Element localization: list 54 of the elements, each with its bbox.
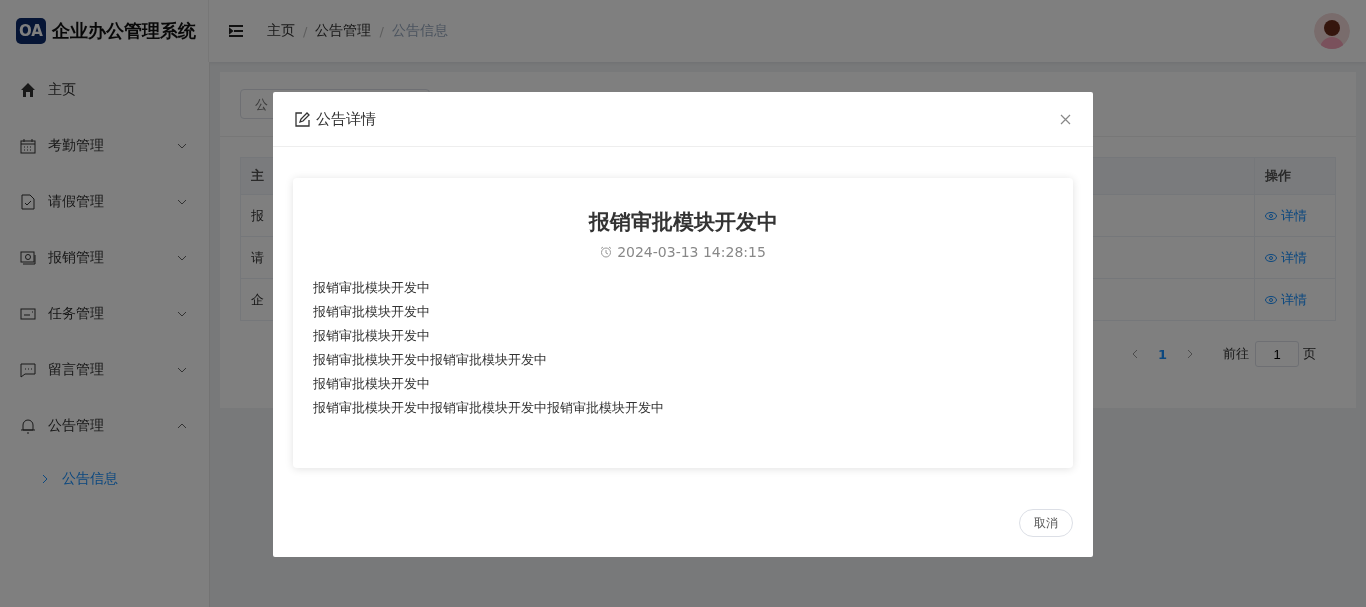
page-input[interactable]: 1 — [1255, 341, 1299, 367]
edit-icon — [295, 111, 310, 127]
sidebar-item[interactable]: 留言管理 — [0, 342, 209, 398]
notice-text: 报销审批模块开发中 — [313, 303, 431, 321]
column-header: 操作 — [1254, 158, 1335, 194]
details-link[interactable]: 详情 — [1265, 206, 1307, 225]
avatar[interactable] — [1314, 13, 1350, 49]
table-cell: 企 — [251, 291, 264, 307]
notice-time: 2024-03-13 14:28:15 — [617, 244, 766, 260]
notice-text: 报销审批模块开发中报销审批模块开发中 — [313, 351, 548, 369]
table-cell: 报 — [251, 207, 264, 223]
table-cell: 请 — [251, 249, 264, 265]
card-icon — [20, 306, 36, 322]
sidebar-subitem[interactable]: 公告信息 — [0, 454, 209, 504]
cancel-button[interactable]: 取消 — [1019, 509, 1073, 537]
breadcrumb-separator: / — [303, 23, 308, 39]
eye-icon — [1265, 295, 1277, 304]
photo-card-icon — [20, 250, 36, 266]
notice-text: 报销审批模块开发中 — [313, 327, 431, 345]
column-header: 主 — [251, 168, 264, 183]
page-suffix: 页 — [1303, 345, 1316, 363]
sidebar-item[interactable]: 考勤管理 — [0, 118, 209, 174]
app-title: 企业办公管理系统 — [51, 19, 196, 43]
home-icon — [20, 82, 36, 98]
document-icon — [20, 194, 36, 210]
sidebar-item[interactable]: 任务管理 — [0, 286, 209, 342]
sidebar-item[interactable]: 公告管理 — [0, 398, 209, 454]
breadcrumb-item[interactable]: 公告管理 — [315, 22, 372, 40]
eye-icon — [1265, 253, 1277, 262]
goto-label: 前往 — [1223, 345, 1249, 363]
alarm-clock-icon — [600, 246, 613, 258]
menu-icon[interactable] — [229, 25, 243, 37]
sidebar-item[interactable]: 请假管理 — [0, 174, 209, 230]
page-number[interactable]: 1 — [1157, 346, 1167, 362]
dialog-title: 公告详情 — [316, 109, 376, 129]
breadcrumb-item[interactable]: 主页 — [267, 22, 295, 40]
sidebar-item[interactable]: 主页 — [0, 62, 209, 118]
notice-title: 报销审批模块开发中 — [587, 209, 779, 236]
logo: OA — [16, 18, 46, 44]
details-link[interactable]: 详情 — [1265, 248, 1307, 267]
notice-text: 报销审批模块开发中 — [313, 279, 431, 297]
chevron-right-icon — [42, 474, 48, 484]
previous-icon[interactable] — [1131, 349, 1138, 359]
details-link[interactable]: 详情 — [1265, 290, 1307, 309]
notice-text: 报销审批模块开发中 — [313, 375, 431, 393]
eye-icon — [1265, 211, 1277, 220]
next-icon[interactable] — [1187, 349, 1193, 359]
breadcrumb-separator: / — [379, 23, 384, 39]
close-icon[interactable] — [1060, 113, 1071, 125]
bell-icon — [20, 418, 36, 434]
chat-icon — [20, 362, 36, 378]
notice-text: 报销审批模块开发中报销审批模块开发中报销审批模块开发中 — [313, 399, 665, 417]
sidebar-item[interactable]: 报销管理 — [0, 230, 209, 286]
calendar-icon — [20, 138, 36, 154]
